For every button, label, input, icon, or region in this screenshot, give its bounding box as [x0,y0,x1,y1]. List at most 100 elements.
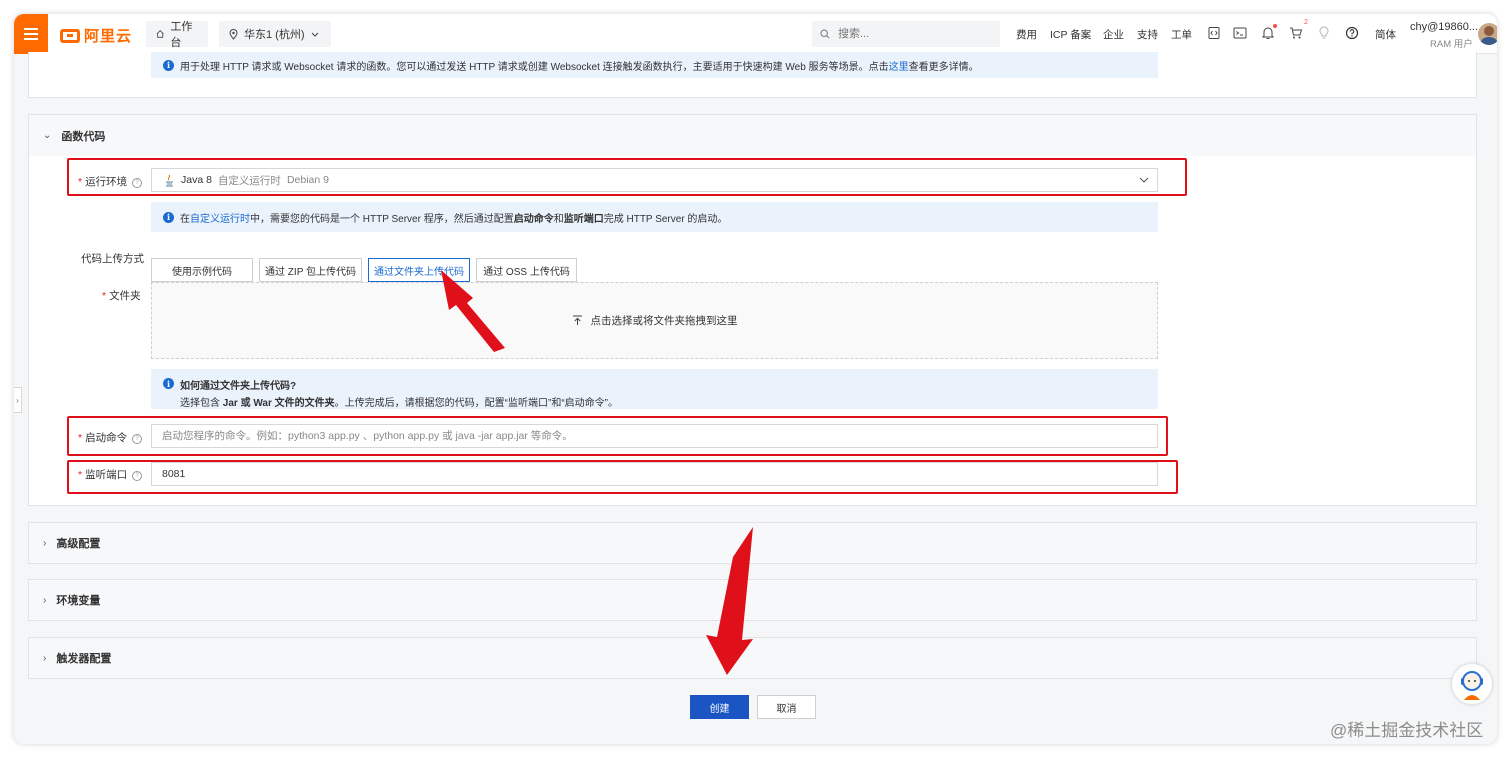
start-command-input[interactable] [151,424,1158,448]
logo-text: 阿里云 [84,28,133,45]
folder-notice-text: 选择包含 Jar 或 War 文件的文件夹。上传完成后，请根据您的代码，配置“监… [180,394,618,409]
upload-method-label: 代码上传方式 [81,253,144,265]
upload-zip-button[interactable]: 通过 ZIP 包上传代码 [259,258,362,282]
advanced-config-panel: › 高级配置 [28,522,1477,564]
workbench-button[interactable]: 工作台 [146,21,208,49]
chevron-down-icon [1139,177,1149,183]
runtime-label: * 运行环境? [78,174,143,189]
section-advanced-config[interactable]: › 高级配置 [29,523,1476,563]
menu-button[interactable] [14,14,48,54]
workbench-label: 工作台 [170,21,193,49]
notification-dot [1273,24,1277,28]
custom-runtime-link[interactable]: 自定义运行时 [190,214,250,225]
runtime-value: Java 8 [181,174,212,186]
function-code-header[interactable]: ⌄ 函数代码 [29,115,1476,156]
menu-icon [24,28,38,40]
section-env-vars[interactable]: › 环境变量 [29,580,1476,620]
start-command-label: * 启动命令? [78,430,143,445]
logo-mark-icon [60,28,80,43]
runtime-notice: i 在自定义运行时中，需要您的代码是一个 HTTP Server 程序，然后通过… [151,202,1158,232]
cancel-button[interactable]: 取消 [757,695,816,719]
folder-notice-title: 如何通过文件夹上传代码? [180,381,297,392]
assistant-button[interactable] [1452,664,1492,704]
home-icon [156,30,164,38]
help-icon[interactable]: ? [132,178,143,188]
runtime-label-text: 运行环境 [85,176,128,188]
folder-label-text: 文件夹 [109,290,141,302]
bell-icon[interactable] [1262,26,1274,40]
notice-text: 用于处理 HTTP 请求或 Websocket 请求的函数。您可以通过发送 HT… [180,61,889,73]
upload-folder-button[interactable]: 通过文件夹上传代码 [368,258,470,282]
rn-mid1: 中，需要您的代码是一个 HTTP Server 程序，然后通过配置 [250,213,514,225]
start-command-label-text: 启动命令 [85,432,128,444]
chevron-down-icon [311,32,318,37]
region-selector[interactable]: 华东1 (杭州) [219,21,331,47]
user-name[interactable]: chy@19860... [1410,21,1478,33]
runtime-select[interactable]: Java 8 自定义运行时 Debian 9 [151,168,1158,192]
listen-port-input[interactable] [151,462,1158,486]
nav-link-icp[interactable]: ICP 备案 [1050,27,1091,42]
runtime-sub2: Debian 9 [286,174,329,186]
section-trigger-config[interactable]: › 触发器配置 [29,638,1476,678]
location-icon [229,28,238,40]
create-button[interactable]: 创建 [690,695,749,719]
java-icon [166,174,173,186]
trigger-config-panel: › 触发器配置 [28,637,1477,679]
folder-dropzone[interactable]: 点击选择或将文件夹拖拽到这里 [151,282,1158,359]
upload-icon [572,315,582,325]
aliyun-logo[interactable]: 阿里云 [60,25,132,46]
browser-frame: 阿里云 工作台 华东1 (杭州) 费用 ICP 备案 企业 支持 工单 2 简体… [14,14,1497,744]
upload-sample-code-button[interactable]: 使用示例代码 [151,258,253,282]
global-search[interactable] [812,21,1000,47]
watermark: @稀土掘金技术社区 [1330,721,1484,740]
bulb-icon[interactable] [1319,26,1329,40]
rn-listen-port: 监听端口 [563,213,604,225]
help-icon[interactable]: ? [132,471,143,481]
notice-text-wrap: 用于处理 HTTP 请求或 Websocket 请求的函数。您可以通过发送 HT… [180,58,979,73]
sidebar-toggle[interactable]: › [14,387,22,413]
user-role: RAM 用户 [1430,39,1473,50]
env-vars-title: 环境变量 [56,595,101,607]
terminal-icon[interactable] [1233,26,1247,40]
folder-notice-body: 如何通过文件夹上传代码? 选择包含 Jar 或 War 文件的文件夹。上传完成后… [180,377,618,409]
listen-port-label-text: 监听端口 [85,469,128,481]
function-type-notice: i 用于处理 HTTP 请求或 Websocket 请求的函数。您可以通过发送 … [151,52,1158,78]
nav-link-ticket[interactable]: 工单 [1171,27,1192,42]
upload-oss-button[interactable]: 通过 OSS 上传代码 [476,258,577,282]
notice-link-here[interactable]: 这里 [889,62,909,73]
help-icon[interactable] [1345,26,1359,40]
nav-link-support[interactable]: 支持 [1137,27,1158,42]
language-switch[interactable]: 简体 [1375,27,1396,42]
runtime-sub1: 自定义运行时 [217,174,281,187]
code-icon[interactable] [1207,26,1221,40]
help-icon[interactable]: ? [132,434,143,444]
cart-count: 2 [1304,19,1308,26]
env-vars-panel: › 环境变量 [28,579,1477,621]
runtime-notice-text: 在自定义运行时中，需要您的代码是一个 HTTP Server 程序，然后通过配置… [180,210,727,225]
info-icon: i [163,378,174,389]
top-navigation-bar: 阿里云 工作台 华东1 (杭州) 费用 ICP 备案 企业 支持 工单 2 简体… [14,14,1497,54]
cart-icon[interactable] [1289,26,1303,40]
trigger-config-title: 触发器配置 [56,653,112,665]
function-code-title: 函数代码 [61,130,106,143]
search-input[interactable] [836,27,990,41]
fn-bold: Jar 或 War 文件的文件夹 [222,398,335,409]
nav-link-enterprise[interactable]: 企业 [1103,27,1124,42]
avatar[interactable] [1478,23,1497,45]
dropzone-text: 点击选择或将文件夹拖拽到这里 [590,315,738,327]
listen-port-label: * 监听端口? [78,467,143,482]
info-icon: i [163,211,174,223]
rn-mid2: 和 [553,213,564,225]
fn-post: 。上传完成后，请根据您的代码，配置“监听端口”和“启动命令”。 [334,398,618,409]
chevron-right-icon: › [43,594,47,606]
nav-link-billing[interactable]: 费用 [1016,27,1037,42]
search-icon [820,29,830,39]
info-icon: i [163,59,174,71]
folder-notice: i 如何通过文件夹上传代码? 选择包含 Jar 或 War 文件的文件夹。上传完… [151,369,1158,409]
folder-label: * 文件夹 [102,290,141,302]
rn-post: 完成 HTTP Server 的启动。 [603,213,728,225]
notice-suffix: 查看更多详情。 [908,61,979,73]
fn-pre: 选择包含 [180,398,223,409]
advanced-config-title: 高级配置 [56,538,101,550]
chevron-right-icon: › [43,652,47,664]
